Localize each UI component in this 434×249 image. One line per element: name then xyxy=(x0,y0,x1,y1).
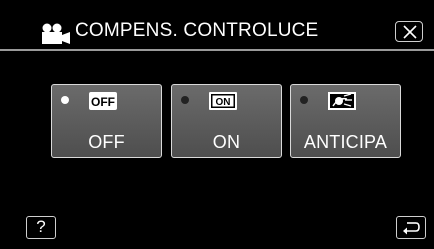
option-on-button[interactable]: ON ON xyxy=(171,84,282,158)
option-off-button[interactable]: OFF OFF xyxy=(51,84,162,158)
option-off-label: OFF xyxy=(88,132,125,152)
option-anticipa-label: ANTICIPA xyxy=(303,132,388,152)
selected-indicator xyxy=(61,96,69,104)
option-on-label: ON xyxy=(212,132,241,152)
close-icon xyxy=(403,25,417,39)
video-camera-icon xyxy=(42,23,70,44)
header-bar: COMPENS. CONTROLUCE xyxy=(0,0,434,49)
unselected-indicator xyxy=(300,96,308,104)
backlight-off-icon: OFF xyxy=(89,92,117,110)
header-divider xyxy=(0,49,434,51)
backlight-on-icon: ON xyxy=(209,92,237,110)
help-button[interactable]: ? xyxy=(26,216,56,239)
page-title: COMPENS. CONTROLUCE xyxy=(75,20,319,41)
option-anticipa-button[interactable]: ANTICIPA xyxy=(290,84,401,158)
backlight-compensation-screen: COMPENS. CONTROLUCE OFF OFF ON ON ANTICI… xyxy=(0,0,434,249)
return-icon xyxy=(403,222,420,235)
return-button[interactable] xyxy=(396,216,426,239)
badge-off: OFF xyxy=(91,95,115,109)
unselected-indicator xyxy=(181,96,189,104)
badge-on: ON xyxy=(216,97,231,108)
close-button[interactable] xyxy=(395,21,423,42)
backlight-advance-icon xyxy=(328,92,356,110)
